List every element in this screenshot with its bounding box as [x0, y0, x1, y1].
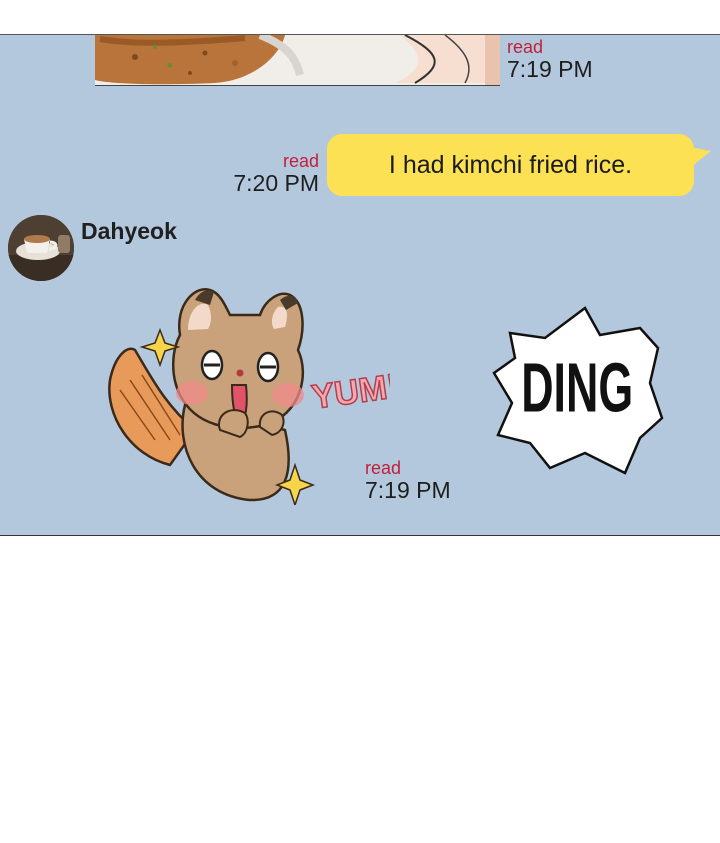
- outgoing-message-bubble[interactable]: I had kimchi fried rice.: [327, 134, 694, 196]
- avatar[interactable]: [8, 215, 74, 281]
- read-receipt: read: [365, 458, 402, 478]
- sticker-message-meta: read 7:19 PM: [365, 459, 451, 502]
- kimchi-fried-rice-photo: [95, 35, 500, 85]
- bubble-tail-icon: [689, 147, 711, 167]
- text-message-meta: read 7:20 PM: [231, 152, 319, 195]
- food-photo-message[interactable]: [95, 35, 500, 86]
- sender-name: Dahyeok: [81, 218, 177, 244]
- read-receipt: read: [282, 151, 319, 171]
- coffee-cup-avatar-icon: [8, 215, 74, 281]
- image-message-meta: read 7:19 PM: [507, 38, 593, 81]
- ding-text: DING: [521, 350, 633, 427]
- read-receipt: read: [507, 37, 544, 57]
- yum-sticker-text: YUM!: [309, 367, 390, 417]
- chat-panel: read 7:19 PM read 7:20 PM I had kimchi f…: [0, 34, 720, 536]
- message-time: 7:20 PM: [233, 170, 319, 196]
- message-time: 7:19 PM: [365, 477, 451, 503]
- message-time: 7:19 PM: [507, 56, 593, 82]
- ding-burst-icon: DING: [492, 306, 664, 475]
- message-text: I had kimchi fried rice.: [388, 150, 633, 179]
- fox-sticker-icon[interactable]: YUM!: [100, 255, 390, 505]
